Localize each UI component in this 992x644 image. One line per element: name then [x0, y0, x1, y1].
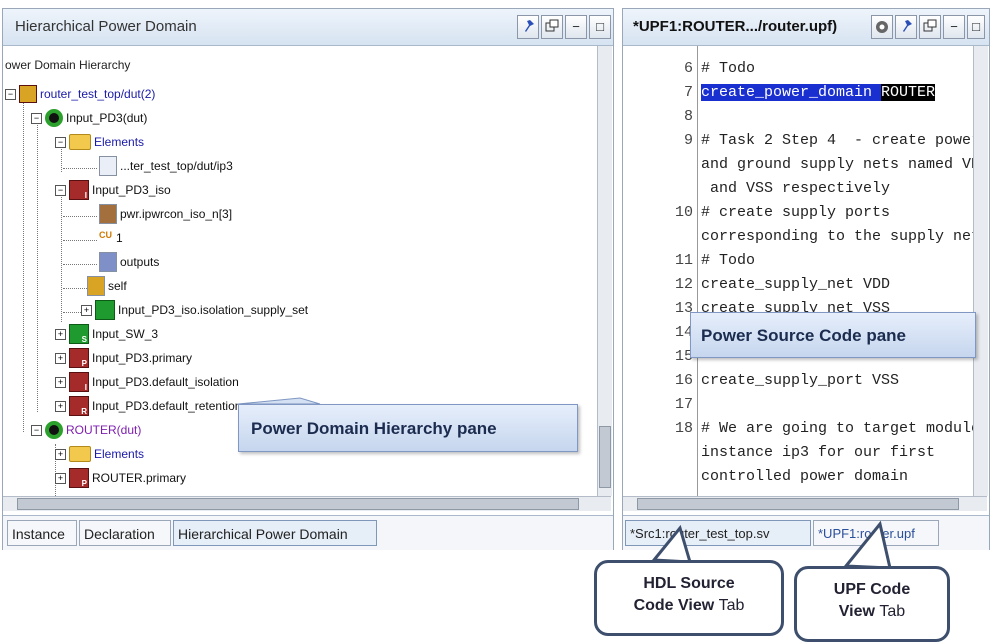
upf-callout-tab-text: Tab: [879, 603, 906, 620]
source-pane-callout: Power Source Code pane: [690, 312, 976, 358]
upf-callout-line2: View Tab: [797, 601, 947, 623]
upf-callout-line1: UPF Code: [833, 581, 911, 598]
upf-callout-text: View: [838, 603, 875, 620]
hdl-callout-tab-text: Tab: [718, 597, 745, 614]
hdl-callout-line1: HDL Source: [643, 575, 735, 592]
hierarchy-pane-callout: Power Domain Hierarchy pane: [238, 404, 578, 452]
upf-tab-callout: UPF Code View Tab: [794, 566, 950, 642]
hdl-tab-callout: HDL Source Code View Tab: [594, 560, 784, 636]
hdl-callout-line2: Code View Tab: [597, 595, 781, 617]
hdl-callout-text: Code View: [633, 597, 715, 614]
